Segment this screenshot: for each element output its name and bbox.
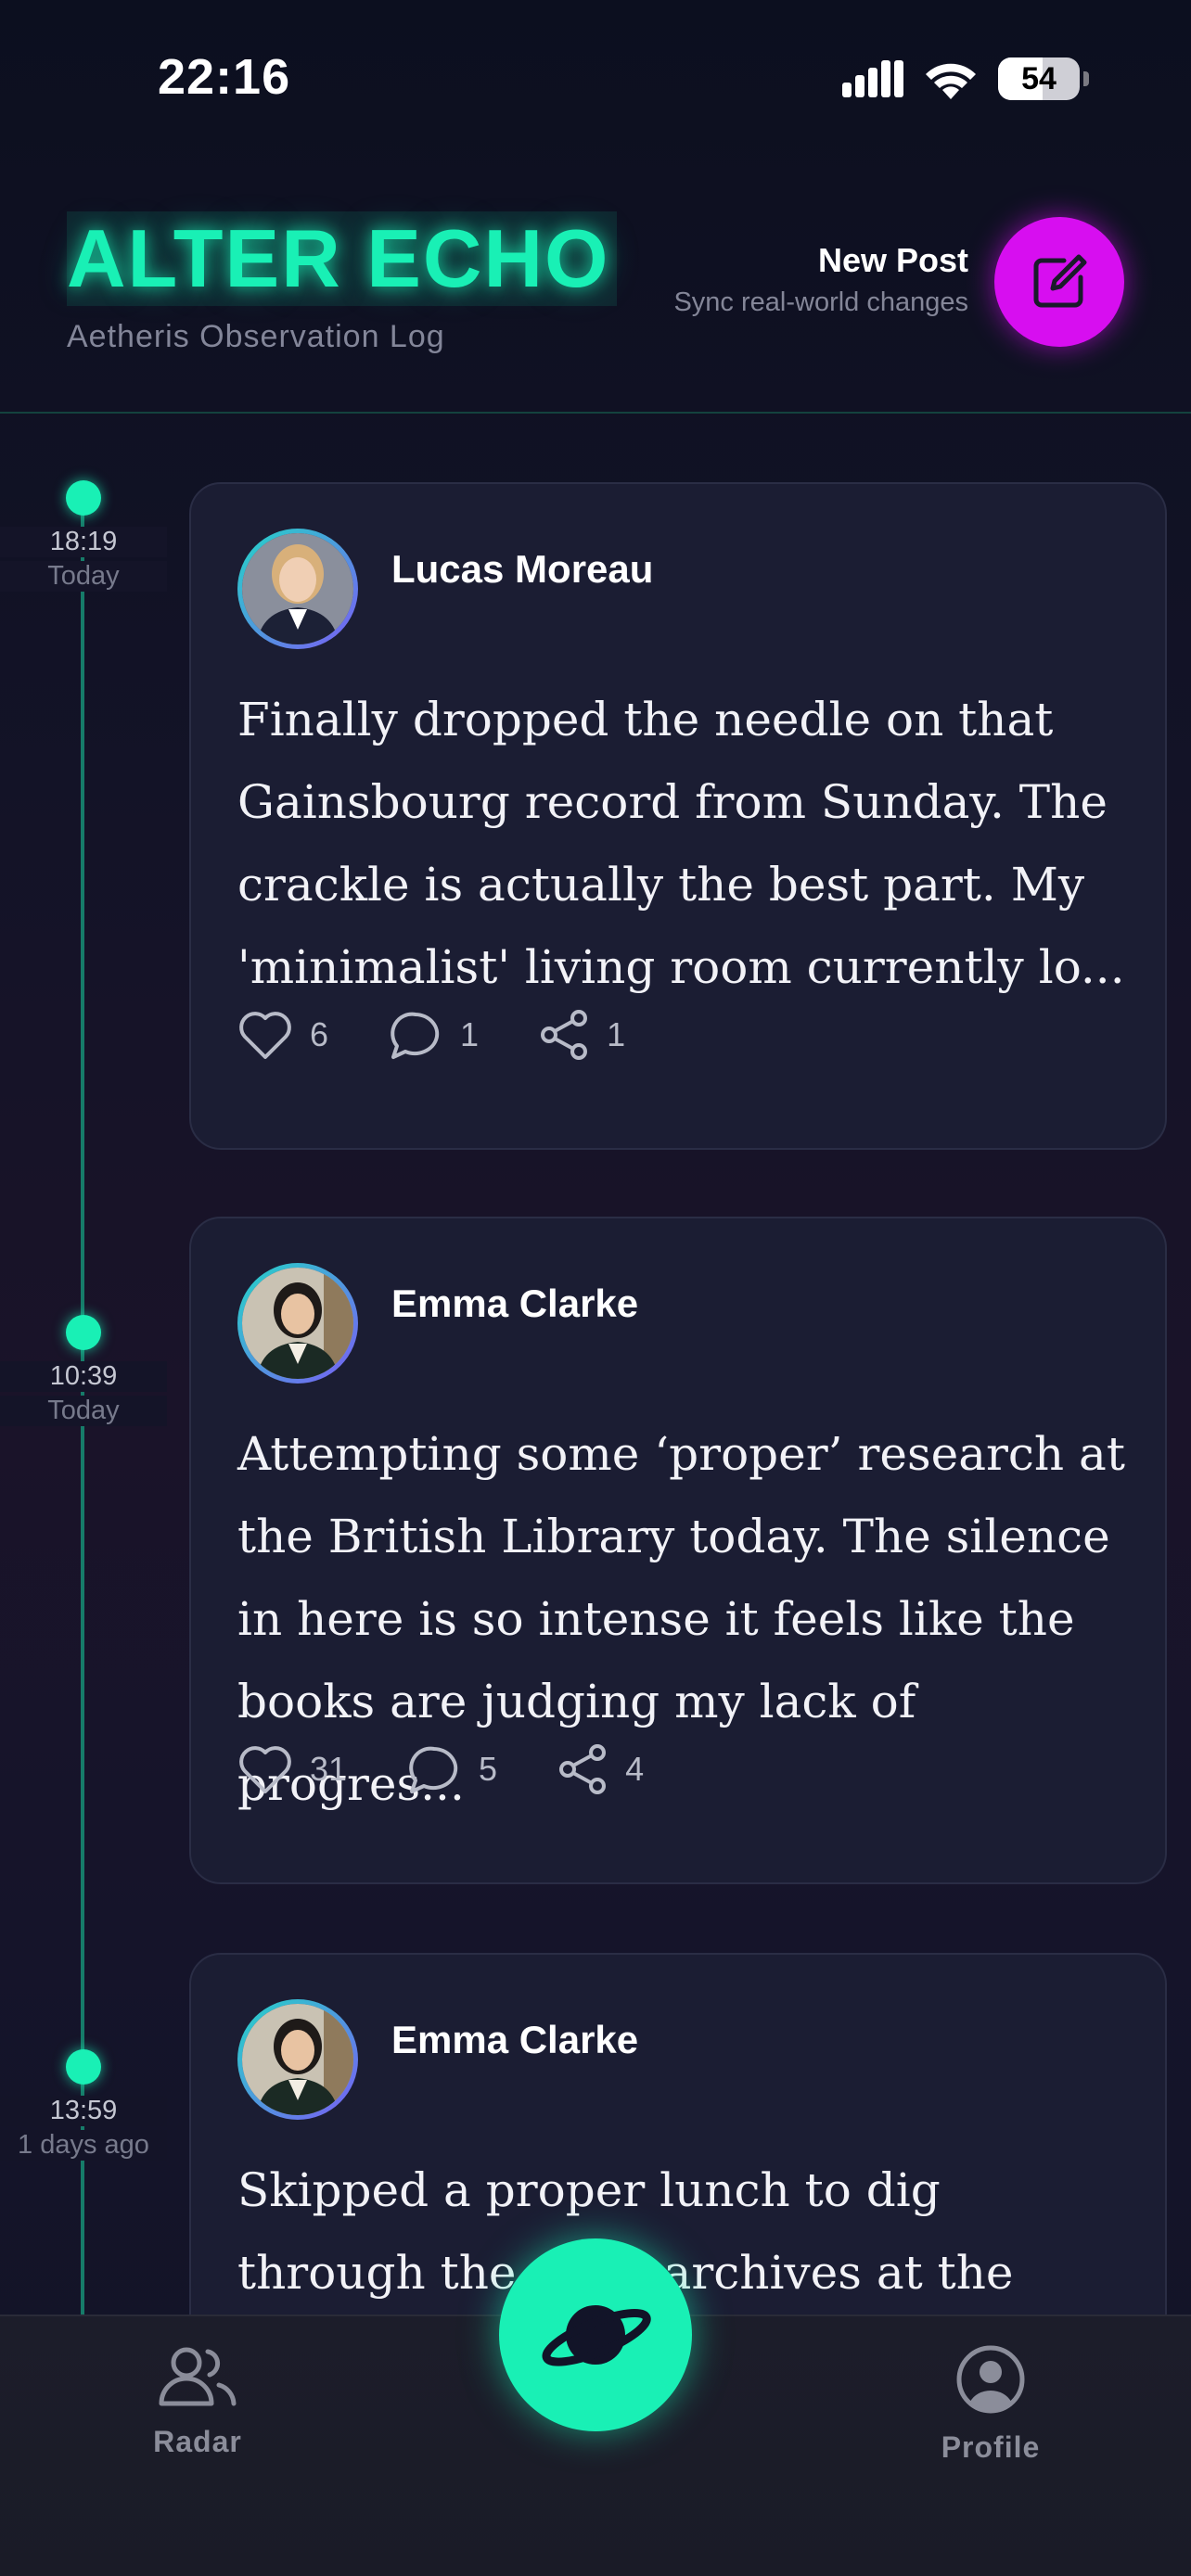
timeline-marker: 18:19 Today <box>0 480 167 592</box>
heart-icon <box>239 1012 291 1059</box>
like-count: 31 <box>310 1750 348 1788</box>
planet-icon <box>542 2305 651 2366</box>
avatar-portrait <box>242 533 353 644</box>
timeline-time: 18:19 <box>0 527 167 557</box>
post-card[interactable]: Emma Clarke Attempting some ‘proper’ res… <box>189 1217 1167 1884</box>
timeline-time: 13:59 <box>0 2096 167 2126</box>
avatar-portrait <box>242 1268 353 1379</box>
app-header: ALTER ECHO Aetheris Observation Log New … <box>0 185 1191 414</box>
new-post-text[interactable]: New Post Sync real-world changes <box>673 241 968 318</box>
share-count: 4 <box>625 1750 645 1788</box>
avatar-image <box>242 1268 353 1379</box>
comment-icon <box>391 1012 440 1059</box>
app-subtitle: Aetheris Observation Log <box>67 319 445 354</box>
post-actions: 6 1 1 <box>237 1009 685 1061</box>
post-actions: 31 5 4 <box>237 1743 703 1795</box>
radar-icon <box>159 2347 237 2406</box>
new-post-subtitle: Sync real-world changes <box>673 287 968 317</box>
timeline-relative: Today <box>0 1396 167 1426</box>
post-author[interactable]: Emma Clarke <box>391 2018 638 2062</box>
status-bar: 22:16 54 <box>0 0 1191 148</box>
timeline-relative: 1 days ago <box>0 2130 167 2161</box>
timeline-time: 10:39 <box>0 1361 167 1392</box>
post-text: Finally dropped the needle on that Gains… <box>237 693 1125 994</box>
like-count: 6 <box>310 1015 329 1053</box>
profile-icon <box>956 2345 1025 2414</box>
heart-icon <box>239 1746 291 1793</box>
battery-icon: 54 <box>998 57 1080 100</box>
battery-level: 54 <box>1021 60 1057 96</box>
post-author[interactable]: Emma Clarke <box>391 1282 638 1326</box>
comment-count: 5 <box>479 1750 498 1788</box>
app-title: ALTER ECHO <box>67 211 618 306</box>
avatar[interactable] <box>237 1999 358 2120</box>
timeline-marker: 10:39 Today <box>0 1315 167 1426</box>
comment-count: 1 <box>460 1015 480 1053</box>
comment-icon <box>409 1746 458 1793</box>
nav-radar[interactable]: Radar <box>105 2344 290 2459</box>
nav-profile[interactable]: Profile <box>898 2344 1083 2465</box>
avatar-portrait <box>242 2004 353 2115</box>
comment-button[interactable]: 1 <box>388 1009 479 1061</box>
nav-profile-label[interactable]: Profile <box>898 2430 1083 2465</box>
post-author[interactable]: Lucas Moreau <box>391 547 653 592</box>
nav-radar-label[interactable]: Radar <box>105 2425 290 2459</box>
explore-button[interactable] <box>499 2238 692 2431</box>
share-count: 1 <box>607 1015 626 1053</box>
status-icons: 54 <box>842 57 1089 100</box>
share-icon <box>541 1010 588 1060</box>
timeline-dot <box>66 2049 101 2085</box>
share-button[interactable]: 1 <box>538 1009 625 1061</box>
timeline-dot <box>66 480 101 516</box>
wifi-icon <box>926 63 976 99</box>
share-icon <box>559 1744 607 1794</box>
edit-icon <box>1033 254 1087 308</box>
timeline-marker: 13:59 1 days ago <box>0 2049 167 2161</box>
comment-button[interactable]: 5 <box>406 1743 497 1795</box>
post-card[interactable]: Lucas Moreau Finally dropped the needle … <box>189 482 1167 1150</box>
new-post-button[interactable] <box>994 217 1124 347</box>
avatar[interactable] <box>237 529 358 649</box>
like-button[interactable]: 6 <box>237 1009 328 1061</box>
timeline-dot <box>66 1315 101 1350</box>
battery-tip <box>1083 71 1089 86</box>
signal-icon <box>842 60 903 97</box>
new-post-label[interactable]: New Post <box>673 241 968 280</box>
avatar-image <box>242 2004 353 2115</box>
avatar[interactable] <box>237 1263 358 1384</box>
like-button[interactable]: 31 <box>237 1743 347 1795</box>
avatar-image <box>242 533 353 644</box>
share-button[interactable]: 4 <box>557 1743 644 1795</box>
status-time: 22:16 <box>158 49 291 105</box>
timeline-relative: Today <box>0 561 167 592</box>
